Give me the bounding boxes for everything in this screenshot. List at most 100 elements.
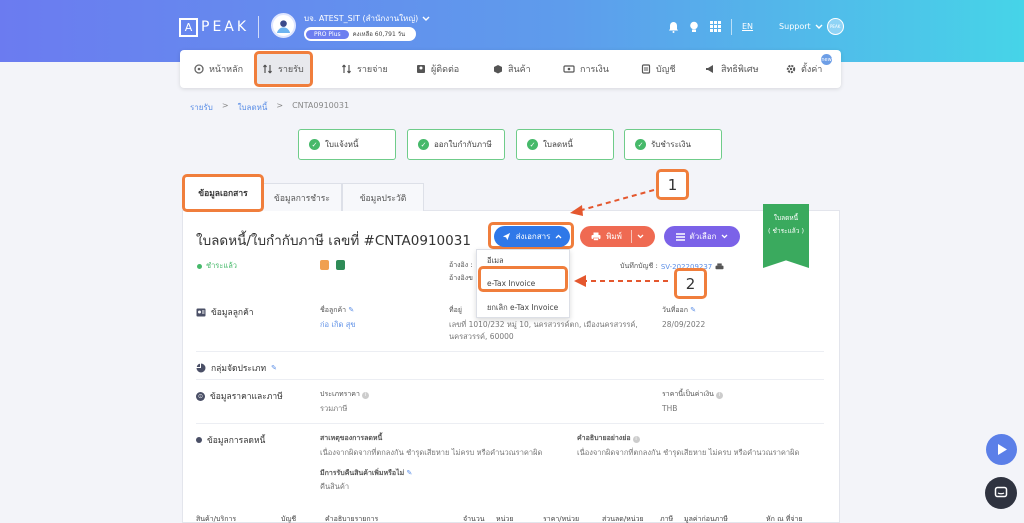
- megaphone-icon: [706, 65, 713, 73]
- send-document-button[interactable]: ส่งเอกสาร: [494, 226, 570, 247]
- currency-value: THB: [662, 404, 678, 413]
- expense-icon: [342, 64, 351, 74]
- credit-reason-label: สาเหตุของการลดหนี้: [320, 434, 383, 442]
- finance-icon: [563, 65, 575, 73]
- home-icon: [194, 64, 204, 74]
- address-line2: นครสวรรค์, 60000: [449, 332, 514, 341]
- info-icon[interactable]: i: [361, 392, 369, 399]
- callout-step-2: 2: [674, 268, 707, 299]
- nav-item-expense[interactable]: รายจ่าย: [342, 50, 388, 88]
- support-menu[interactable]: Support: [779, 22, 811, 31]
- workflow-step-payment[interactable]: ✓ รับชำระเงิน: [624, 129, 722, 160]
- workflow-step-tax-invoice[interactable]: ✓ ออกใบกำกับภาษี: [407, 129, 505, 160]
- apps-grid-icon[interactable]: [709, 21, 721, 33]
- nav-item-home[interactable]: หน้าหลัก: [194, 50, 243, 88]
- tab-document-info[interactable]: ข้อมูลเอกสาร: [182, 174, 264, 212]
- nav-label: ตั้งค่า: [801, 65, 823, 75]
- breadcrumb-credit-note[interactable]: ใบลดหนี้: [238, 101, 268, 114]
- col-price: ราคา/หน่วย: [543, 515, 580, 523]
- lightbulb-icon[interactable]: [688, 21, 700, 33]
- nav-item-accounting[interactable]: บัญชี: [641, 50, 676, 88]
- logo-text: PEAK: [201, 19, 250, 35]
- nav-item-contacts[interactable]: ผู้ติดต่อ: [416, 50, 459, 88]
- spreadsheet-icon[interactable]: [336, 260, 345, 270]
- col-product: สินค้า/บริการ: [196, 515, 237, 523]
- workflow-step-label: ใบลดหนี้: [543, 140, 573, 149]
- nav-label: รายรับ: [278, 65, 304, 75]
- divider: [196, 423, 824, 424]
- col-withholding: หัก ณ ที่จ่าย: [766, 515, 803, 523]
- workflow-step-invoice[interactable]: ✓ ใบแจ้งหนี้: [298, 129, 396, 160]
- edit-icon[interactable]: ✎: [406, 469, 412, 477]
- nav-item-settings[interactable]: ตั้งค่า: [786, 50, 822, 88]
- etax-highlight: [478, 266, 568, 292]
- status-label: ชำระแล้ว: [206, 261, 237, 270]
- peak-support-badge[interactable]: PEAK: [826, 18, 844, 35]
- play-tutorial-button[interactable]: [986, 434, 1017, 465]
- tab-payment-info[interactable]: ข้อมูลการชำระ: [262, 183, 342, 211]
- user-avatar-icon: [276, 20, 291, 33]
- nav-label: หน้าหลัก: [209, 65, 244, 75]
- nav-label: รายจ่าย: [357, 65, 388, 75]
- credit-section-title: ข้อมูลการลดหนี้: [196, 433, 265, 447]
- check-icon: ✓: [418, 139, 429, 150]
- menu-item-cancel-etax[interactable]: ยกเลิก e-Tax Invoice: [487, 302, 558, 314]
- workflow-step-credit-note[interactable]: ✓ ใบลดหนี้: [516, 129, 614, 160]
- printer-icon[interactable]: [715, 262, 724, 271]
- paper-plane-icon: [502, 232, 510, 241]
- attachment-icon[interactable]: [320, 260, 329, 270]
- edit-icon[interactable]: ✎: [271, 364, 277, 372]
- info-icon[interactable]: i: [632, 436, 640, 443]
- group-section-label: กลุ่มจัดประเภท: [211, 364, 267, 374]
- customer-section-label: ข้อมูลลูกค้า: [211, 308, 254, 318]
- customer-section-title: ข้อมูลลูกค้า: [196, 305, 254, 319]
- callout-step-1: 1: [656, 169, 689, 200]
- col-tax: ภาษี: [660, 515, 674, 523]
- currency-field: ราคานี้เป็นค่าเงิน i: [662, 389, 723, 400]
- nav-label: บัญชี: [656, 65, 676, 75]
- info-icon[interactable]: i: [715, 392, 723, 399]
- document-title: ใบลดหนี้/ใบกำกับภาษี เลขที่ #CNTA0910031: [196, 233, 471, 249]
- workflow-step-label: ออกใบกำกับภาษี: [434, 140, 492, 149]
- address-label: ที่อยู่: [449, 306, 462, 314]
- nav-item-product[interactable]: สินค้า: [493, 50, 531, 88]
- logo-divider: [258, 16, 259, 38]
- bell-icon[interactable]: [667, 21, 679, 33]
- workflow-step-label: รับชำระเงิน: [651, 140, 691, 149]
- language-switch[interactable]: EN: [742, 22, 753, 31]
- toolbar-divider: [731, 18, 732, 35]
- col-quantity: จำนวน: [463, 515, 485, 523]
- edit-icon[interactable]: ✎: [348, 306, 354, 314]
- print-label: พิมพ์: [606, 232, 622, 241]
- accounting-icon: [641, 64, 651, 74]
- button-divider: [630, 230, 632, 243]
- chevron-down-icon: [422, 16, 430, 21]
- address-line1: เลขที่ 1010/232 หมู่ 10, นครสวรรค์ตก, เม…: [449, 320, 638, 329]
- breadcrumb-income[interactable]: รายรับ: [190, 101, 213, 114]
- price-type-label: ประเภทราคา: [320, 390, 360, 398]
- options-button[interactable]: ตัวเลือก: [664, 226, 740, 247]
- print-button[interactable]: พิมพ์: [580, 226, 655, 247]
- divider: [196, 379, 824, 380]
- tab-history[interactable]: ข้อมูลประวัติ: [342, 183, 424, 211]
- menu-icon: [675, 232, 685, 241]
- chat-button[interactable]: [985, 477, 1017, 509]
- col-pretax: มูลค่าก่อนภาษี: [684, 515, 728, 523]
- breadcrumb: รายรับ > ใบลดหนี้ > CNTA0910031: [190, 101, 349, 114]
- customer-name-value[interactable]: ก่อ เกิด สุข: [320, 319, 356, 330]
- main-nav: หน้าหลัก รายรับ รายจ่าย ผู้ติดต่อ สินค้า…: [180, 50, 841, 88]
- company-switcher[interactable]: บจ. ATEST_SIT (สำนักงานใหญ่): [304, 12, 430, 25]
- nav-item-privileges[interactable]: สิทธิพิเศษ: [705, 50, 759, 88]
- nav-item-income[interactable]: รายรับ: [254, 51, 313, 87]
- edit-icon[interactable]: ✎: [690, 306, 696, 314]
- short-desc-label: คำอธิบายอย่างย่อ: [577, 434, 631, 442]
- chevron-down-icon: [722, 234, 728, 239]
- ribbon-line1: ใบลดหนี้: [773, 214, 799, 222]
- product-icon: [494, 65, 502, 74]
- short-desc-field: คำอธิบายอย่างย่อ i: [577, 433, 640, 444]
- company-avatar[interactable]: [271, 13, 296, 38]
- peak-logo[interactable]: A PEAK: [179, 17, 249, 37]
- customer-card-icon: [196, 308, 206, 316]
- top-right-toolbar: EN Support PEAK: [667, 18, 844, 35]
- nav-item-finance[interactable]: การเงิน: [563, 50, 609, 88]
